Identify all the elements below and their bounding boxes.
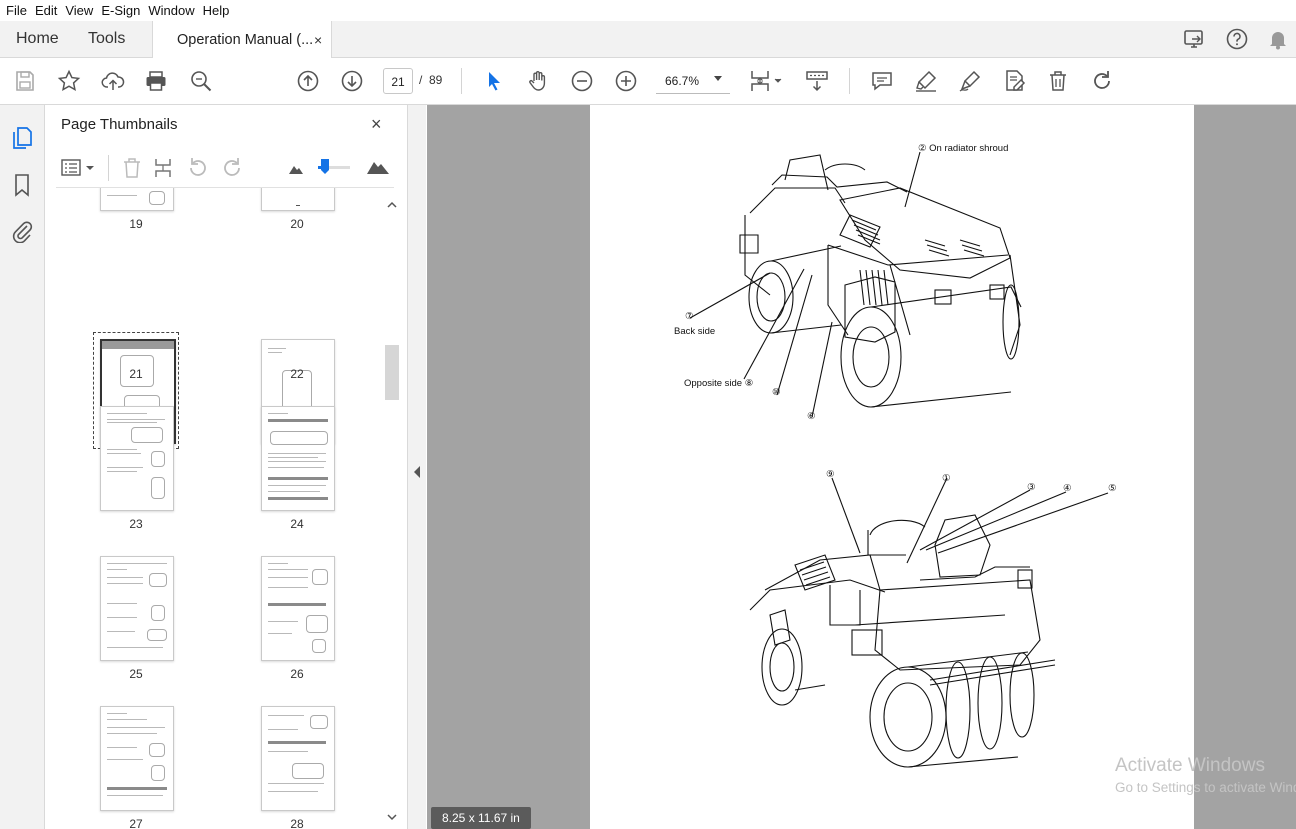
callout-1: ① — [942, 473, 951, 484]
smaller-thumbnails-icon[interactable] — [288, 163, 304, 175]
toolbar-divider — [108, 155, 109, 181]
document-tab-title: Operation Manual (... — [177, 32, 314, 48]
callout-opposite-side: Opposite side ⑧ — [684, 378, 754, 389]
thumbnail-size-slider[interactable] — [318, 158, 350, 178]
thumbnails-scrollbar[interactable] — [385, 195, 399, 825]
callout-10: ⑩ — [772, 387, 781, 398]
rotate-counterclockwise-icon[interactable] — [187, 157, 209, 179]
delete-pages-icon[interactable] — [121, 157, 143, 179]
attachments-paperclip-icon[interactable] — [11, 219, 33, 243]
thumbnail-options-icon[interactable] — [61, 158, 95, 178]
activation-watermark-title: Activate Windows — [1115, 755, 1265, 776]
thumbnail-label: 19 — [129, 217, 143, 231]
thumbnails-toolbar — [56, 149, 394, 188]
callout-5: ⑤ — [1108, 483, 1117, 494]
pdf-page: ② On radiator shroud ⑦ Back side Opposit… — [590, 105, 1194, 829]
thumbnail-label: 24 — [290, 517, 304, 531]
larger-thumbnails-icon[interactable] — [366, 159, 390, 175]
previous-page-icon[interactable] — [296, 69, 320, 93]
callout-9: ⑨ — [826, 469, 835, 480]
page-fit-icon[interactable] — [748, 68, 784, 94]
navigation-rail — [0, 105, 45, 829]
help-icon[interactable] — [1225, 27, 1249, 51]
thumbnail-label: 23 — [129, 517, 143, 531]
document-viewer[interactable]: ② On radiator shroud ⑦ Back side Opposit… — [427, 105, 1296, 829]
close-panel-icon[interactable]: × — [371, 114, 382, 135]
insert-page-icon[interactable] — [153, 157, 175, 179]
menu-esign[interactable]: E-Sign — [97, 0, 144, 18]
menu-window[interactable]: Window — [144, 0, 198, 18]
select-cursor-icon[interactable] — [482, 69, 506, 93]
tab-home[interactable]: Home — [16, 21, 59, 57]
callout-6: ⑥ — [807, 411, 816, 422]
scroll-mode-icon[interactable] — [805, 69, 829, 93]
thumbnail-label: 20 — [290, 217, 304, 231]
thumbnail-label: 27 — [129, 817, 143, 829]
next-page-icon[interactable] — [340, 69, 364, 93]
delete-icon[interactable] — [1046, 69, 1070, 93]
thumbnail-label: 21 — [129, 367, 143, 381]
zoom-value: 66.7% — [665, 74, 700, 88]
close-tab-icon[interactable]: × — [314, 32, 322, 48]
menu-edit[interactable]: Edit — [31, 0, 61, 18]
notification-bell-icon[interactable] — [1266, 27, 1290, 51]
page-thumbnail-26[interactable] — [261, 556, 335, 661]
page-thumbnail-23[interactable] — [100, 406, 174, 511]
save-icon[interactable] — [13, 69, 37, 93]
page-thumbnail-20[interactable] — [261, 188, 335, 211]
toolbar-divider — [461, 68, 462, 94]
bookmark-star-icon[interactable] — [57, 69, 81, 93]
page-thumbnail-28[interactable] — [261, 706, 335, 811]
hand-tool-icon[interactable] — [526, 69, 550, 93]
callout-4: ④ — [1063, 483, 1072, 494]
chevron-down-icon — [714, 76, 722, 81]
zoom-in-icon[interactable] — [614, 69, 638, 93]
find-text-icon[interactable] — [189, 69, 213, 93]
page-thumbnail-27[interactable] — [100, 706, 174, 811]
rotate-clockwise-icon[interactable] — [1090, 69, 1114, 93]
thumbnail-label: 26 — [290, 667, 304, 681]
total-pages: 89 — [429, 73, 443, 87]
zoom-select[interactable]: 66.7% — [656, 68, 730, 94]
tab-document[interactable]: Operation Manual (... × — [152, 21, 332, 58]
bookmarks-icon[interactable] — [13, 173, 31, 197]
activation-watermark-subtitle: Go to Settings to activate Windows. — [1115, 780, 1296, 795]
callout-3: ③ — [1027, 482, 1036, 493]
callout-7: ⑦ — [685, 311, 694, 322]
tab-tools[interactable]: Tools — [88, 21, 125, 57]
thumbnail-label: 22 — [290, 367, 304, 381]
menu-bar: File Edit View E-Sign Window Help — [0, 0, 1296, 22]
menu-view[interactable]: View — [61, 0, 97, 18]
callout-radiator-shroud: ② On radiator shroud — [918, 143, 1009, 154]
thumbnails-panel: Page Thumbnails × 19 20 21 22 23 24 25 2… — [45, 105, 408, 829]
page-thumbnails-icon[interactable] — [11, 126, 33, 150]
callout-back-side: Back side — [674, 326, 716, 337]
upload-cloud-icon[interactable] — [101, 69, 125, 93]
tab-bar: Home Tools Operation Manual (... × — [0, 21, 1296, 58]
road-roller-illustration — [689, 151, 1109, 768]
thumbnails-list: 19 20 21 22 23 24 25 26 27 28 — [45, 188, 390, 829]
draw-pen-icon[interactable] — [958, 69, 982, 93]
menu-file[interactable]: File — [0, 0, 31, 18]
toolbar: 21 / 89 66.7% — [0, 58, 1296, 105]
zoom-out-icon[interactable] — [570, 69, 594, 93]
print-icon[interactable] — [144, 69, 168, 93]
page-thumbnail-25[interactable] — [100, 556, 174, 661]
page-size-badge: 8.25 x 11.67 in — [431, 807, 531, 829]
thumbnail-label: 28 — [290, 817, 304, 829]
page-number-input[interactable]: 21 — [383, 68, 413, 94]
toolbar-divider — [849, 68, 850, 94]
page-thumbnail-24[interactable] — [261, 406, 335, 511]
highlighter-icon[interactable] — [914, 69, 938, 93]
edit-pdf-icon[interactable] — [1002, 69, 1026, 93]
comment-icon[interactable] — [870, 69, 894, 93]
page-separator: / — [419, 73, 423, 87]
thumbnail-label: 25 — [129, 667, 143, 681]
menu-help[interactable]: Help — [199, 0, 234, 18]
page-thumbnail-19[interactable] — [100, 188, 174, 211]
panel-title: Page Thumbnails — [61, 116, 178, 133]
share-screen-icon[interactable] — [1183, 27, 1207, 51]
rotate-clockwise-pages-icon[interactable] — [221, 157, 243, 179]
panel-splitter[interactable] — [408, 105, 426, 829]
